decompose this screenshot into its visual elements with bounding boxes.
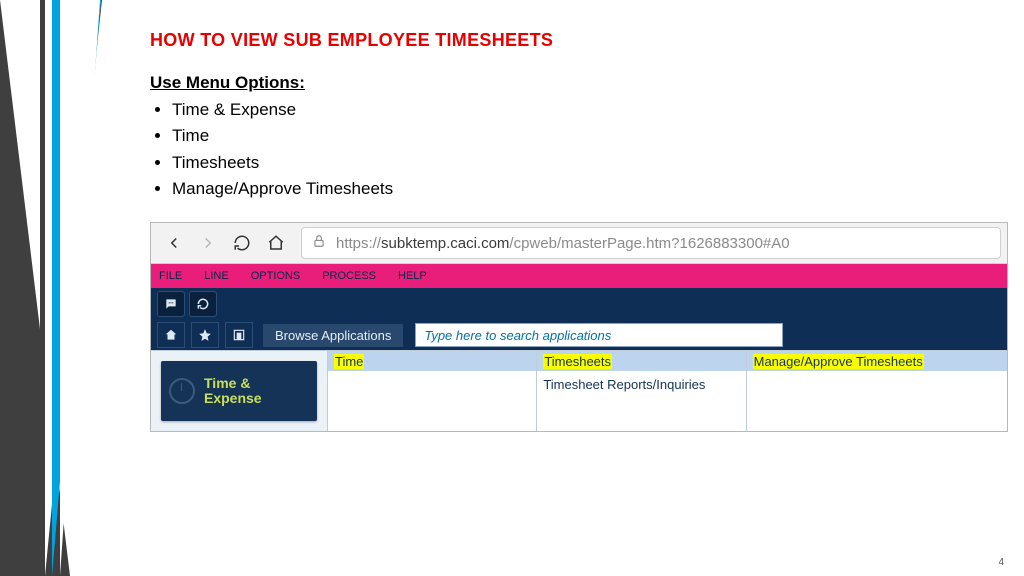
column-time: Time [327, 351, 536, 431]
page-number: 4 [998, 557, 1004, 568]
url-path: /cpweb/masterPage.htm?1626883300#A0 [509, 235, 789, 252]
app-menu-bar: FILE LINE OPTIONS PROCESS HELP [151, 264, 1007, 288]
app-nav-row: Browse Applications Type here to search … [151, 320, 1007, 350]
menu-item-timesheet-reports[interactable]: Timesheet Reports/Inquiries [537, 371, 745, 431]
refresh-icon[interactable] [189, 291, 217, 317]
address-bar[interactable]: https://subktemp.caci.com/cpweb/masterPa… [301, 227, 1001, 259]
deco-wedge [60, 0, 100, 576]
menu-file[interactable]: FILE [159, 270, 182, 282]
subhead: Use Menu Options: [150, 73, 994, 93]
menu-process[interactable]: PROCESS [322, 270, 376, 282]
url-prefix: https:// [336, 235, 381, 252]
list-item: Manage/Approve Timesheets [172, 176, 994, 202]
forward-button[interactable] [191, 226, 225, 260]
search-applications-input[interactable]: Type here to search applications [415, 323, 783, 347]
browser-window: https://subktemp.caci.com/cpweb/masterPa… [150, 222, 1008, 432]
col-head-timesheets[interactable]: Timesheets [543, 354, 612, 369]
dashboard-icon[interactable] [225, 322, 253, 348]
reload-button[interactable] [225, 226, 259, 260]
chat-icon[interactable] [157, 291, 185, 317]
menu-steps-list: Time & Expense Time Timesheets Manage/Ap… [172, 97, 994, 202]
menu-cascade: Time &Expense Time Timesheets Timesheet … [151, 350, 1007, 431]
list-item: Time [172, 123, 994, 149]
browse-applications-label[interactable]: Browse Applications [263, 324, 403, 347]
menu-options[interactable]: OPTIONS [251, 270, 301, 282]
home-button[interactable] [259, 226, 293, 260]
col-head-manage[interactable]: Manage/Approve Timesheets [753, 354, 924, 369]
home-icon[interactable] [157, 322, 185, 348]
back-button[interactable] [157, 226, 191, 260]
list-item: Timesheets [172, 150, 994, 176]
lock-icon [312, 234, 326, 252]
page-title: HOW TO VIEW SUB EMPLOYEE TIMESHEETS [150, 30, 994, 51]
favorite-icon[interactable] [191, 322, 219, 348]
list-item: Time & Expense [172, 97, 994, 123]
tile-time-expense[interactable]: Time &Expense [161, 361, 317, 421]
column-timesheets: Timesheets Timesheet Reports/Inquiries [536, 351, 745, 431]
col-head-time[interactable]: Time [334, 354, 364, 369]
url-host: subktemp.caci.com [381, 235, 509, 252]
menu-line[interactable]: LINE [204, 270, 228, 282]
app-tool-row [151, 288, 1007, 320]
browser-toolbar: https://subktemp.caci.com/cpweb/masterPa… [151, 223, 1007, 264]
clock-icon [169, 378, 195, 404]
column-manage: Manage/Approve Timesheets [746, 351, 1007, 431]
tile-label: Time &Expense [203, 376, 263, 407]
menu-help[interactable]: HELP [398, 270, 427, 282]
